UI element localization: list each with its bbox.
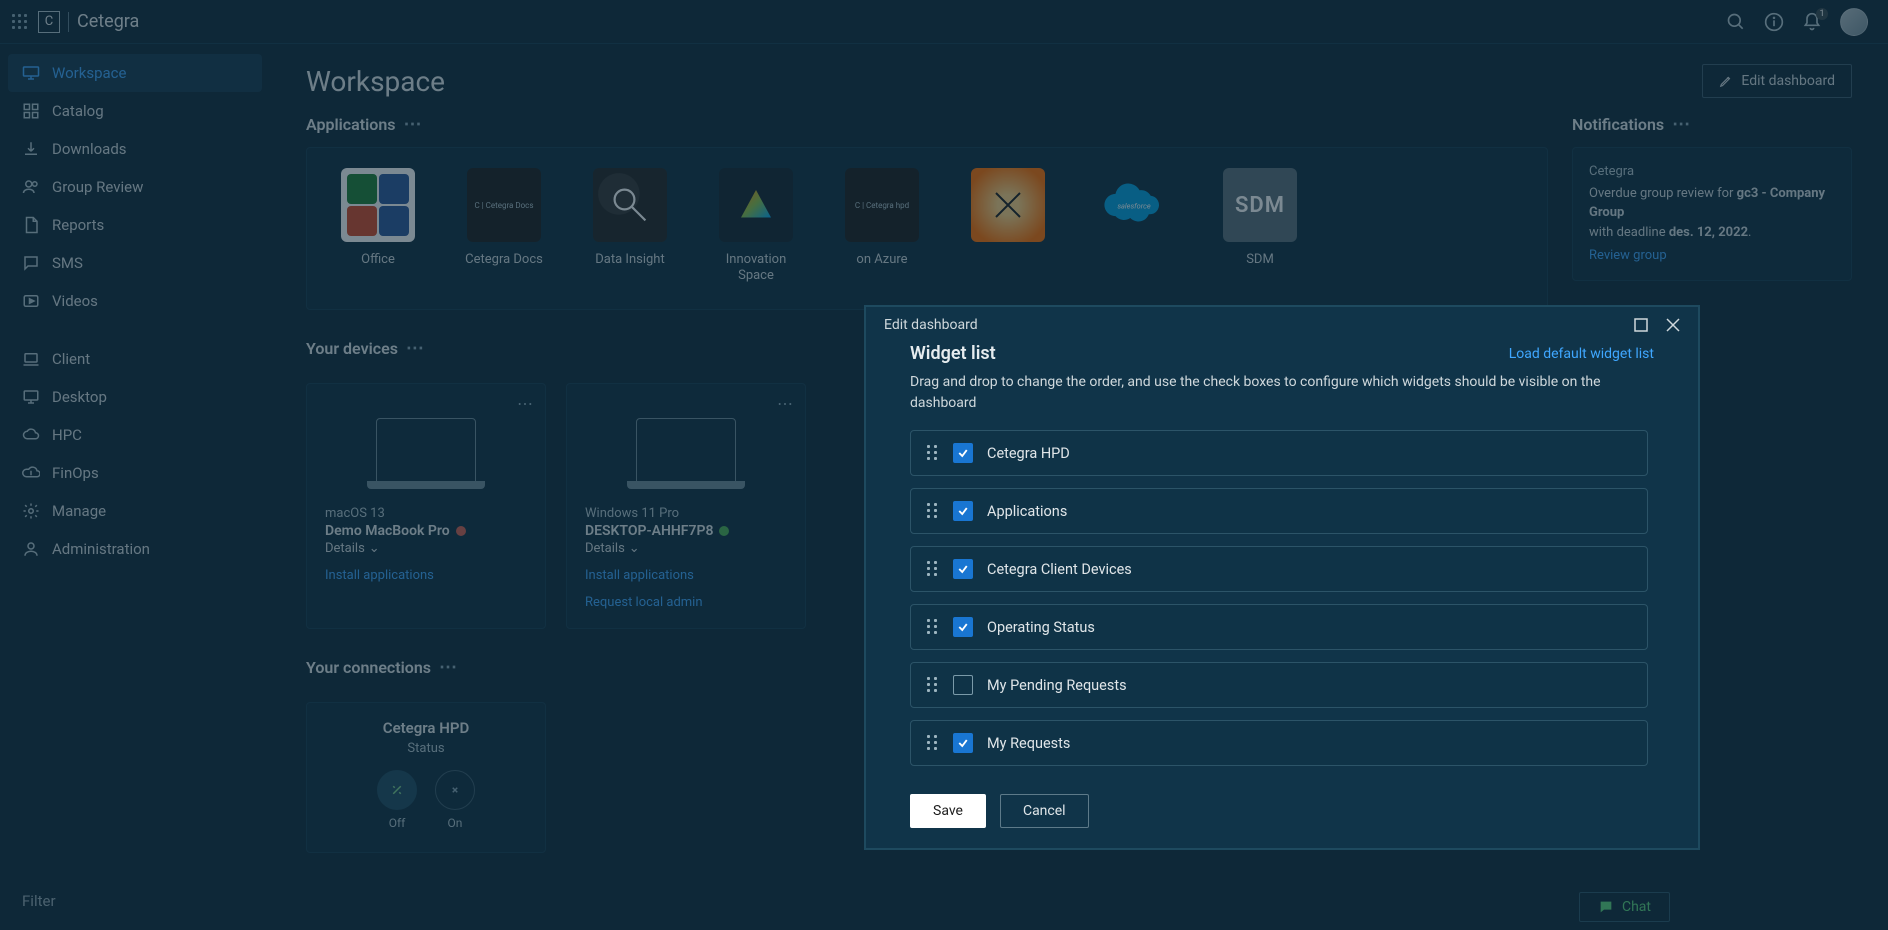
widget-label: Cetegra Client Devices	[987, 561, 1132, 578]
widget-list-item[interactable]: Operating Status	[910, 604, 1648, 650]
widget-list: Cetegra HPD Applications Cetegra Client …	[910, 430, 1654, 766]
drag-handle-icon[interactable]	[925, 503, 939, 519]
widget-label: My Requests	[987, 735, 1070, 752]
widget-checkbox[interactable]	[953, 559, 973, 579]
drag-handle-icon[interactable]	[925, 735, 939, 751]
widget-label: Applications	[987, 503, 1067, 520]
widget-label: Cetegra HPD	[987, 445, 1070, 462]
widget-list-item[interactable]: Cetegra HPD	[910, 430, 1648, 476]
widget-checkbox[interactable]	[953, 443, 973, 463]
drag-handle-icon[interactable]	[925, 619, 939, 635]
close-icon[interactable]	[1666, 318, 1680, 332]
widget-checkbox[interactable]	[953, 733, 973, 753]
widget-list-item[interactable]: My Pending Requests	[910, 662, 1648, 708]
widget-checkbox[interactable]	[953, 501, 973, 521]
widget-checkbox[interactable]	[953, 675, 973, 695]
widget-checkbox[interactable]	[953, 617, 973, 637]
dialog-title: Edit dashboard	[884, 317, 978, 333]
widget-list-item[interactable]: Cetegra Client Devices	[910, 546, 1648, 592]
widget-list-item[interactable]: My Requests	[910, 720, 1648, 766]
dialog-heading: Widget list	[910, 343, 996, 364]
save-button[interactable]: Save	[910, 794, 986, 828]
drag-handle-icon[interactable]	[925, 561, 939, 577]
widget-list-item[interactable]: Applications	[910, 488, 1648, 534]
drag-handle-icon[interactable]	[925, 445, 939, 461]
widget-label: Operating Status	[987, 619, 1095, 636]
load-default-link[interactable]: Load default widget list	[1509, 346, 1654, 362]
cancel-button[interactable]: Cancel	[1000, 794, 1089, 828]
edit-dashboard-dialog: Edit dashboard Widget list Load default …	[865, 306, 1699, 849]
dialog-description: Drag and drop to change the order, and u…	[910, 372, 1610, 414]
maximize-icon[interactable]	[1634, 318, 1648, 332]
drag-handle-icon[interactable]	[925, 677, 939, 693]
widget-label: My Pending Requests	[987, 677, 1127, 694]
